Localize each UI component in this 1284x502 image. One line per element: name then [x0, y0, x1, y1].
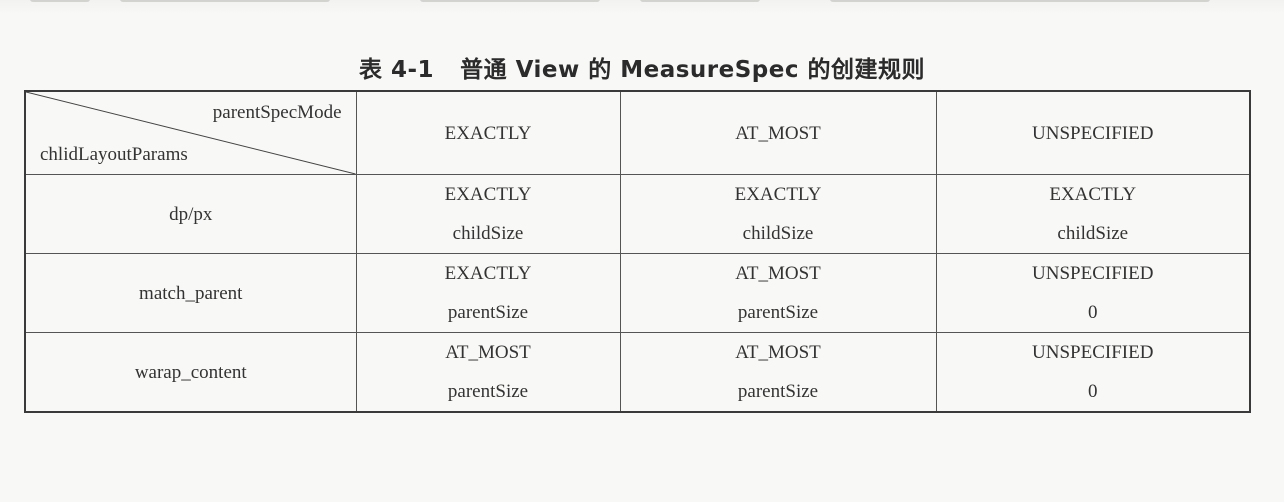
cell-size: parentSize [447, 381, 529, 402]
cell-size: childSize [1057, 223, 1129, 244]
table-cell: AT_MOST parentSize [619, 253, 937, 333]
table-row: warap_content AT_MOST parentSize AT_MOST… [24, 332, 1251, 413]
cell-size: 0 [1088, 302, 1098, 323]
table-cell: AT_MOST parentSize [619, 332, 937, 413]
cell-mode: AT_MOST [735, 342, 821, 363]
table-cell: EXACTLY childSize [619, 174, 937, 254]
cell-size: parentSize [737, 381, 819, 402]
cell-size: parentSize [737, 302, 819, 323]
corner-parent-label: parentSpecMode [212, 102, 342, 123]
cell-mode: UNSPECIFIED [1032, 263, 1154, 284]
table-cell: EXACTLY childSize [355, 174, 621, 254]
cell-size: childSize [742, 223, 814, 244]
table-caption: 表 4-1 普通 View 的 MeasureSpec 的创建规则 [0, 50, 1284, 84]
cell-size: parentSize [447, 302, 529, 323]
corner-child-label: chlidLayoutParams [40, 144, 188, 165]
table-header-row: parentSpecMode chlidLayoutParams EXACTLY… [24, 90, 1251, 175]
cell-size: childSize [452, 223, 524, 244]
table-row: dp/px EXACTLY childSize EXACTLY childSiz… [24, 174, 1251, 254]
table-title: 普通 View 的 MeasureSpec 的创建规则 [460, 57, 925, 83]
measure-spec-table: parentSpecMode chlidLayoutParams EXACTLY… [24, 90, 1251, 413]
row-header: warap_content [24, 332, 357, 413]
row-header: match_parent [24, 253, 357, 333]
cell-mode: AT_MOST [445, 342, 531, 363]
cropped-previous-text [0, 0, 1284, 14]
table-cell: EXACTLY childSize [935, 174, 1251, 254]
column-header: AT_MOST [619, 90, 937, 175]
table-cell: AT_MOST parentSize [355, 332, 621, 413]
cell-mode: AT_MOST [735, 263, 821, 284]
table-cell: UNSPECIFIED 0 [935, 253, 1251, 333]
table-row: match_parent EXACTLY parentSize AT_MOST … [24, 253, 1251, 333]
table-cell: UNSPECIFIED 0 [935, 332, 1251, 413]
cell-mode: EXACTLY [734, 184, 822, 205]
cell-size: 0 [1088, 381, 1098, 402]
table-number: 表 4-1 [359, 57, 435, 83]
corner-cell: parentSpecMode chlidLayoutParams [24, 90, 357, 175]
cell-mode: UNSPECIFIED [1032, 342, 1154, 363]
column-header: UNSPECIFIED [935, 90, 1251, 175]
cell-mode: EXACTLY [444, 184, 532, 205]
cell-mode: EXACTLY [444, 263, 532, 284]
cell-mode: EXACTLY [1049, 184, 1137, 205]
table-cell: EXACTLY parentSize [355, 253, 621, 333]
column-header: EXACTLY [355, 90, 621, 175]
row-header: dp/px [24, 174, 357, 254]
